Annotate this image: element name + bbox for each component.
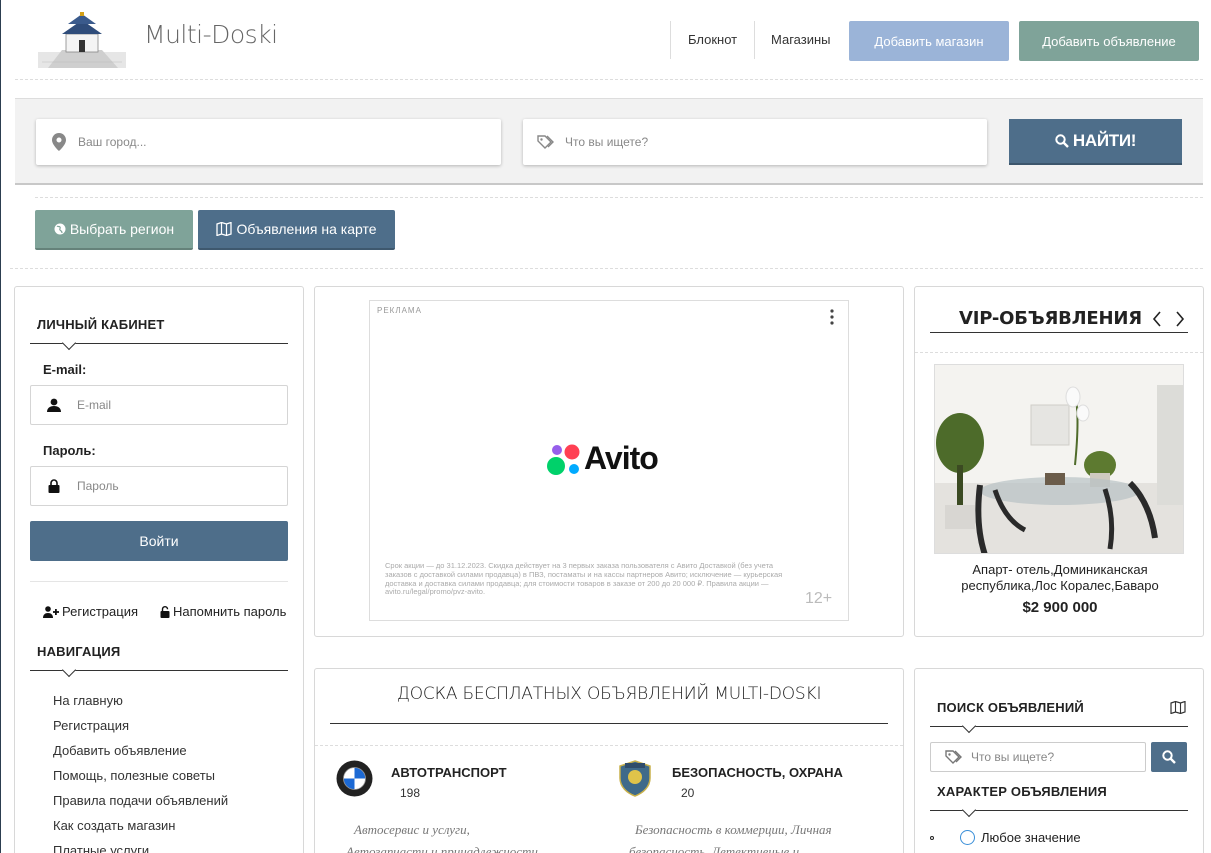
- vip-title-rule: [930, 332, 1188, 333]
- vip-listing-caption[interactable]: Апарт- отель,Доминиканская республика,Ло…: [935, 562, 1185, 594]
- category-security-desc-line1[interactable]: Безопасность в коммерции, Личная: [635, 819, 832, 841]
- header-divider: [15, 79, 1203, 80]
- category-auto-desc-line2[interactable]: Автозапчасти и принадлежности: [346, 841, 538, 853]
- nav-shops-link[interactable]: Магазины: [771, 32, 831, 47]
- radio-any-value[interactable]: Любое значение: [930, 830, 1081, 845]
- category-auto-desc-line1[interactable]: Автосервис и услуги,: [354, 819, 470, 841]
- map-ads-button[interactable]: Объявления на карте: [198, 210, 395, 250]
- band-divider: [35, 197, 1203, 198]
- nav-item-create-shop[interactable]: Как создать магазин: [53, 818, 175, 833]
- tags-icon: [537, 134, 555, 150]
- email-label: E-mail:: [43, 362, 87, 377]
- nav-item-add-ad[interactable]: Добавить объявление: [53, 743, 187, 758]
- vip-divider: [915, 352, 1203, 353]
- location-pin-icon: [50, 133, 68, 151]
- nav-item-help[interactable]: Помощь, полезные советы: [53, 768, 215, 783]
- category-auto-name[interactable]: АВТОТРАНСПОРТ: [391, 765, 507, 780]
- password-field[interactable]: Пароль: [30, 466, 288, 506]
- unlock-icon: [160, 605, 170, 618]
- category-security-count: 20: [681, 786, 695, 800]
- query-input[interactable]: Что вы ищете?: [523, 119, 987, 165]
- nav-item-register[interactable]: Регистрация: [53, 718, 129, 733]
- bullet-icon: [930, 835, 934, 840]
- password-label: Пароль:: [43, 443, 96, 458]
- ad-fine-print: Срок акции — до 31.12.2023. Скидка дейст…: [385, 561, 783, 597]
- site-logo[interactable]: [38, 12, 126, 68]
- board-divider: [315, 745, 903, 746]
- globe-icon: [54, 223, 66, 235]
- category-security-desc-line2[interactable]: безопасность, Детективные и: [629, 841, 799, 853]
- ad-brand: Avito: [584, 440, 659, 476]
- user-plus-icon: [43, 605, 59, 618]
- map-icon: [216, 222, 233, 236]
- left-border: [0, 0, 1, 853]
- category-auto-count: 198: [400, 786, 421, 800]
- chevron-right-icon[interactable]: [1175, 311, 1185, 332]
- find-button[interactable]: НАЙТИ!: [1009, 119, 1182, 165]
- login-button[interactable]: Войти: [30, 521, 288, 561]
- city-placeholder: Ваш город...: [78, 135, 147, 149]
- bmw-logo-icon[interactable]: [336, 760, 373, 802]
- board-title: ДОСКА БЕСПЛАТНЫХ ОБЪЯВЛЕНИЙ MULTI-DOSKI: [396, 684, 822, 704]
- login-divider: [30, 581, 288, 582]
- board-title-rule: [330, 723, 888, 724]
- email-field[interactable]: E-mail: [30, 385, 288, 425]
- chevron-left-icon[interactable]: [1152, 311, 1162, 332]
- query-placeholder: Что вы ищете?: [565, 135, 649, 149]
- find-button-label: НАЙТИ!: [1072, 131, 1137, 150]
- nav-divider: [754, 21, 755, 59]
- choose-region-button[interactable]: Выбрать регион: [35, 210, 193, 250]
- password-placeholder: Пароль: [77, 479, 119, 493]
- register-link[interactable]: Регистрация: [43, 604, 138, 619]
- search-icon: [1055, 134, 1069, 148]
- ad-search-title: ПОИСК ОБЪЯВЛЕНИЙ: [937, 700, 1084, 715]
- user-icon: [47, 398, 61, 412]
- avito-logo-icon: [546, 444, 582, 483]
- register-link-label: Регистрация: [62, 604, 138, 619]
- remind-password-label: Напомнить пароль: [173, 604, 287, 619]
- nav-divider: [670, 21, 671, 59]
- navigation-title: НАВИГАЦИЯ: [37, 644, 121, 659]
- site-title[interactable]: Multi-Doski: [144, 20, 278, 49]
- map-icon[interactable]: [1170, 700, 1186, 719]
- tags-icon: [945, 749, 963, 765]
- ad-age-rating: 12+: [805, 590, 833, 607]
- nav-item-paid-services[interactable]: Платные услуги: [53, 843, 149, 853]
- vip-title: VIP-ОБЪЯВЛЕНИЯ: [959, 308, 1142, 329]
- ad-character-title: ХАРАКТЕР ОБЪЯВЛЕНИЯ: [937, 784, 1107, 799]
- more-options-icon[interactable]: [829, 308, 835, 331]
- nav-item-home[interactable]: На главную: [53, 693, 123, 708]
- ad-search-button[interactable]: [1151, 742, 1187, 772]
- add-shop-button[interactable]: Добавить магазин: [849, 21, 1009, 61]
- ad-search-input[interactable]: Что вы ищете?: [930, 742, 1146, 772]
- add-ad-button[interactable]: Добавить объявление: [1019, 21, 1199, 61]
- section-divider: [10, 268, 1203, 269]
- remind-password-link[interactable]: Напомнить пароль: [160, 604, 286, 619]
- map-ads-label: Объявления на карте: [236, 221, 377, 237]
- nav-item-rules[interactable]: Правила подачи объявлений: [53, 793, 228, 808]
- city-input[interactable]: Ваш город...: [36, 119, 501, 165]
- login-title: ЛИЧНЫЙ КАБИНЕТ: [37, 317, 165, 332]
- search-icon: [1162, 750, 1176, 764]
- category-security-name[interactable]: БЕЗОПАСНОСТЬ, ОХРАНА: [672, 765, 843, 780]
- nav-notebook-link[interactable]: Блокнот: [688, 32, 737, 47]
- radio-circle-icon[interactable]: [960, 830, 975, 845]
- radio-any-value-label: Любое значение: [981, 830, 1081, 845]
- email-placeholder: E-mail: [77, 398, 112, 412]
- lock-icon: [47, 479, 61, 493]
- security-shield-icon[interactable]: [617, 760, 653, 802]
- ad-label: РЕКЛАМА: [377, 306, 422, 315]
- choose-region-label: Выбрать регион: [69, 221, 175, 237]
- vip-listing-photo[interactable]: [934, 364, 1184, 554]
- ad-search-placeholder: Что вы ищете?: [971, 750, 1055, 764]
- vip-listing-price: $2 900 000: [1022, 599, 1098, 616]
